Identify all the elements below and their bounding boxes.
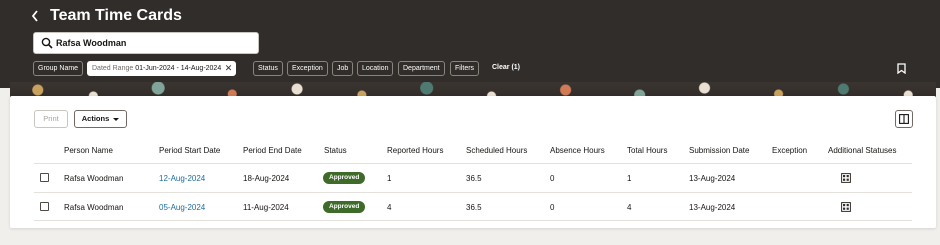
cell-person-name: Rafsa Woodman bbox=[64, 203, 124, 212]
filter-status[interactable]: Status bbox=[253, 61, 283, 76]
cell-scheduled-hours: 36.5 bbox=[466, 203, 482, 212]
row-select-checkbox[interactable] bbox=[40, 202, 49, 211]
cell-absence-hours: 0 bbox=[550, 174, 555, 183]
table-row[interactable]: Rafsa Woodman 05-Aug-2024 11-Aug-2024 Ap… bbox=[34, 192, 912, 221]
cell-period-end: 11-Aug-2024 bbox=[243, 203, 289, 212]
print-button[interactable]: Print bbox=[34, 110, 68, 128]
cell-reported-hours: 4 bbox=[387, 203, 392, 212]
search-icon bbox=[41, 37, 53, 49]
row-select-checkbox[interactable] bbox=[40, 173, 49, 182]
filter-group-name[interactable]: Group Name bbox=[33, 61, 84, 76]
table-row[interactable]: Rafsa Woodman 12-Aug-2024 18-Aug-2024 Ap… bbox=[34, 163, 912, 192]
col-status[interactable]: Status bbox=[324, 146, 347, 155]
columns-icon bbox=[899, 114, 909, 124]
cell-total-hours: 1 bbox=[627, 174, 632, 183]
cell-absence-hours: 0 bbox=[550, 203, 555, 212]
filter-dated-range-value: 01-Jun-2024 - 14-Aug-2024 bbox=[135, 65, 222, 72]
cell-scheduled-hours: 36.5 bbox=[466, 174, 482, 183]
filter-department[interactable]: Department bbox=[398, 61, 445, 76]
actions-menu-button[interactable]: Actions bbox=[74, 110, 127, 128]
search-field[interactable] bbox=[33, 32, 259, 54]
col-total-hours[interactable]: Total Hours bbox=[627, 146, 667, 155]
actions-label: Actions bbox=[81, 114, 110, 123]
status-badge: Approved bbox=[323, 172, 366, 184]
filter-job[interactable]: Job bbox=[332, 61, 354, 76]
cell-submission-date: 13-Aug-2024 bbox=[689, 203, 736, 212]
cell-period-start-link[interactable]: 05-Aug-2024 bbox=[159, 203, 205, 212]
filter-dated-range[interactable]: Dated Range 01-Jun-2024 - 14-Aug-2024 ✕ bbox=[87, 61, 237, 76]
clear-filters-link[interactable]: Clear (1) bbox=[492, 64, 520, 71]
col-person-name[interactable]: Person Name bbox=[64, 146, 113, 155]
cell-period-end: 18-Aug-2024 bbox=[243, 174, 290, 183]
col-scheduled-hours[interactable]: Scheduled Hours bbox=[466, 146, 527, 155]
cell-person-name: Rafsa Woodman bbox=[64, 174, 124, 183]
cell-submission-date: 13-Aug-2024 bbox=[689, 174, 736, 183]
cell-period-start-link[interactable]: 12-Aug-2024 bbox=[159, 174, 205, 183]
col-reported-hours[interactable]: Reported Hours bbox=[387, 146, 443, 155]
search-input[interactable] bbox=[56, 35, 254, 51]
filter-dated-range-label: Dated Range bbox=[92, 65, 134, 72]
col-period-end-date[interactable]: Period End Date bbox=[243, 146, 302, 155]
page-title: Team Time Cards bbox=[50, 7, 182, 24]
cell-total-hours: 4 bbox=[627, 203, 632, 212]
col-exception[interactable]: Exception bbox=[772, 146, 807, 155]
filter-exception[interactable]: Exception bbox=[287, 61, 328, 76]
results-panel: Print Actions Person Name Period Start D… bbox=[10, 96, 936, 228]
status-badge: Approved bbox=[323, 201, 366, 213]
status-grid-icon[interactable] bbox=[841, 202, 851, 212]
back-chevron-icon[interactable] bbox=[30, 9, 44, 27]
bookmark-icon[interactable] bbox=[897, 63, 906, 74]
filter-location[interactable]: Location bbox=[357, 61, 394, 76]
status-grid-icon[interactable] bbox=[841, 173, 851, 183]
col-additional-statuses[interactable]: Additional Statuses bbox=[828, 146, 897, 155]
col-period-start-date[interactable]: Period Start Date bbox=[159, 146, 220, 155]
filter-more[interactable]: Filters bbox=[450, 61, 480, 76]
caret-down-icon bbox=[113, 117, 120, 121]
col-absence-hours[interactable]: Absence Hours bbox=[550, 146, 605, 155]
col-submission-date[interactable]: Submission Date bbox=[689, 146, 749, 155]
cell-reported-hours: 1 bbox=[387, 174, 392, 183]
columns-toggle-button[interactable] bbox=[895, 110, 913, 128]
close-icon[interactable]: ✕ bbox=[225, 62, 233, 75]
